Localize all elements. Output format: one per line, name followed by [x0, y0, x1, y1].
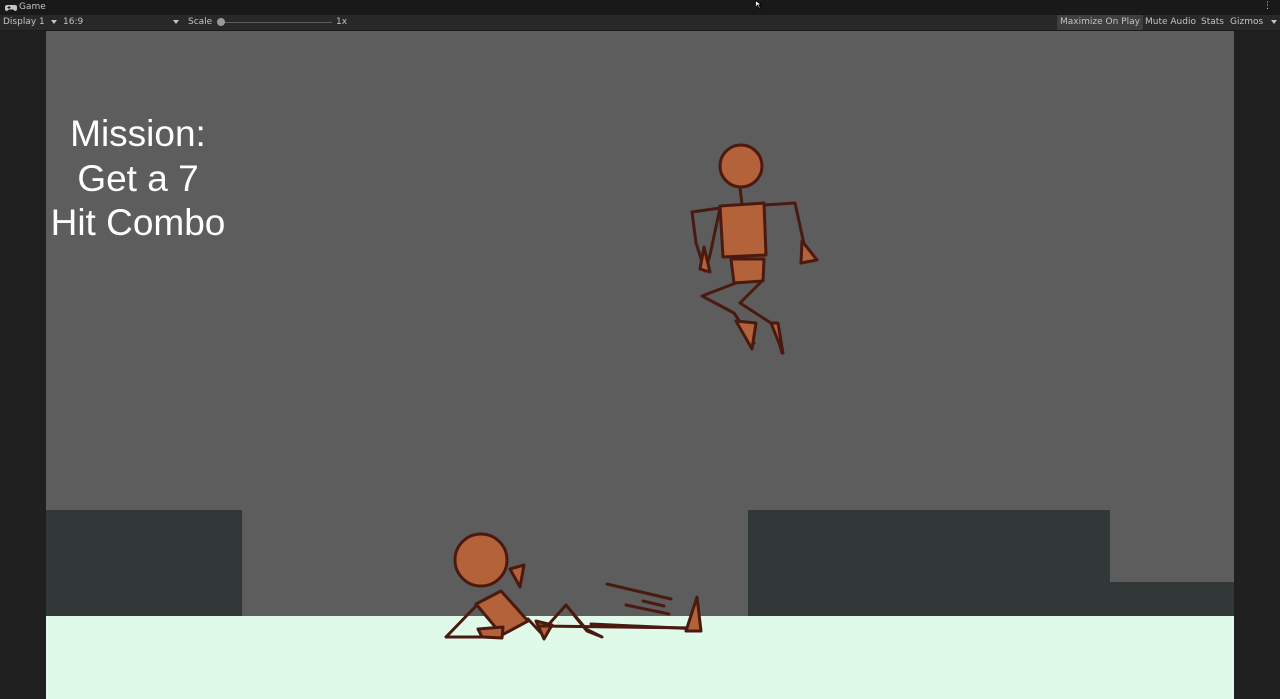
- game-toolbar: Display 1 16:9 Scale 1x Maximize On Play…: [0, 15, 1280, 31]
- maximize-on-play-toggle[interactable]: Maximize On Play: [1057, 15, 1143, 30]
- scale-slider-handle[interactable]: [217, 18, 225, 26]
- mouse-cursor-icon: [755, 0, 763, 9]
- stats-toggle[interactable]: Stats: [1198, 15, 1227, 30]
- mute-audio-toggle[interactable]: Mute Audio: [1142, 15, 1199, 30]
- chevron-down-icon[interactable]: [1271, 20, 1277, 24]
- fighter-head: [453, 532, 509, 588]
- scale-slider-track[interactable]: [222, 22, 332, 23]
- gamepad-icon: [5, 5, 17, 11]
- chevron-down-icon[interactable]: [173, 20, 179, 24]
- aspect-dropdown[interactable]: 16:9: [63, 17, 83, 27]
- viewport-letterbox-right: [1234, 31, 1280, 699]
- display-dropdown[interactable]: Display 1: [3, 17, 45, 27]
- viewport-letterbox-left: [0, 31, 46, 699]
- chevron-down-icon[interactable]: [51, 20, 57, 24]
- knocked-down-fighter: [444, 532, 703, 641]
- kebab-menu-icon[interactable]: ⋮: [1263, 1, 1272, 11]
- gizmos-toggle[interactable]: Gizmos: [1227, 15, 1266, 30]
- game-tab[interactable]: Game: [19, 2, 46, 12]
- game-viewport[interactable]: Mission: Get a 7 Hit Combo: [46, 31, 1234, 699]
- scale-label: Scale: [188, 17, 213, 27]
- scale-value: 1x: [336, 17, 348, 27]
- window-tab-bar: Game ⋮: [0, 0, 1280, 15]
